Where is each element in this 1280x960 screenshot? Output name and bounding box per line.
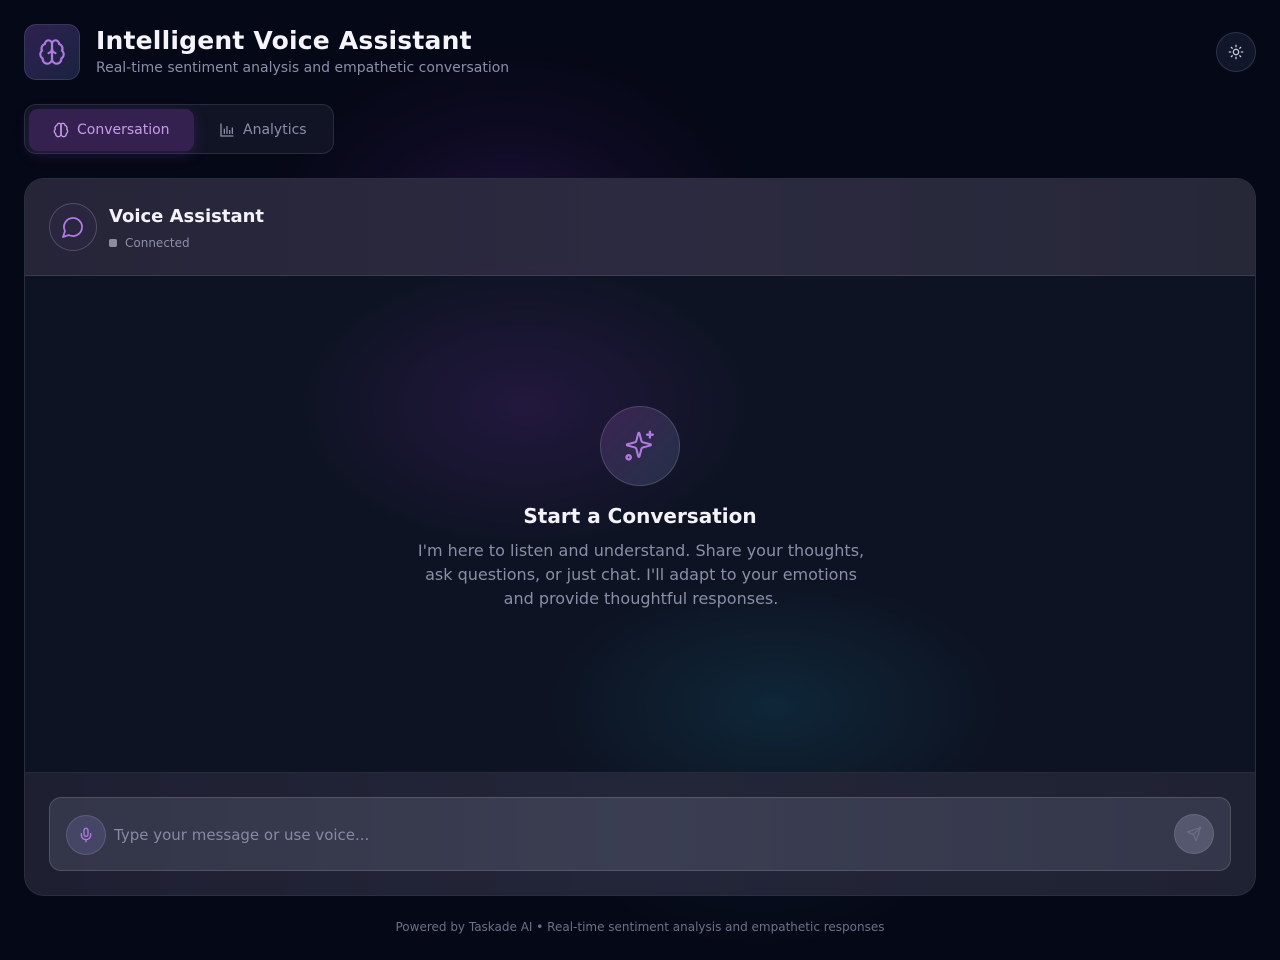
- connection-status: Connected: [109, 236, 190, 250]
- footer: Powered by Taskade AI • Real-time sentim…: [395, 920, 885, 934]
- send-button[interactable]: [1174, 814, 1214, 854]
- app-header: Intelligent Voice Assistant Real-time se…: [24, 24, 1256, 80]
- assistant-name: Voice Assistant: [109, 206, 265, 227]
- composer-area: [25, 773, 1255, 895]
- empty-state-title: Start a Conversation: [523, 504, 757, 528]
- tab-bar: Conversation Analytics: [24, 104, 334, 154]
- empty-state-icon: [600, 406, 680, 486]
- tab-analytics[interactable]: Analytics: [195, 109, 331, 151]
- status-label: Connected: [125, 236, 190, 250]
- tab-label: Conversation: [77, 122, 170, 138]
- message-input[interactable]: [114, 820, 1154, 850]
- brain-icon: [39, 39, 65, 65]
- brain-icon: [53, 122, 69, 138]
- send-icon: [1186, 826, 1202, 842]
- empty-state-text: I'm here to listen and understand. Share…: [417, 541, 865, 608]
- sparkles-icon: [625, 430, 654, 461]
- status-indicator: [109, 239, 117, 247]
- message-list[interactable]: Start a Conversation I'm here to listen …: [25, 256, 1255, 836]
- page-subtitle: Real-time sentiment analysis and empathe…: [96, 60, 510, 76]
- tab-conversation[interactable]: Conversation: [29, 109, 194, 151]
- chat-card: Voice Assistant Connected Start a Conver…: [24, 178, 1256, 896]
- microphone-icon: [80, 827, 92, 843]
- tab-label: Analytics: [243, 122, 307, 138]
- theme-toggle-button[interactable]: [1216, 32, 1256, 72]
- page-title: Intelligent Voice Assistant: [96, 26, 472, 55]
- message-composer: [49, 797, 1231, 871]
- message-circle-icon: [62, 217, 83, 238]
- avatar: [49, 203, 97, 251]
- bar-chart-icon: [220, 123, 234, 137]
- app-logo: [24, 24, 80, 80]
- microphone-button[interactable]: [66, 815, 106, 855]
- sun-icon: [1228, 44, 1244, 60]
